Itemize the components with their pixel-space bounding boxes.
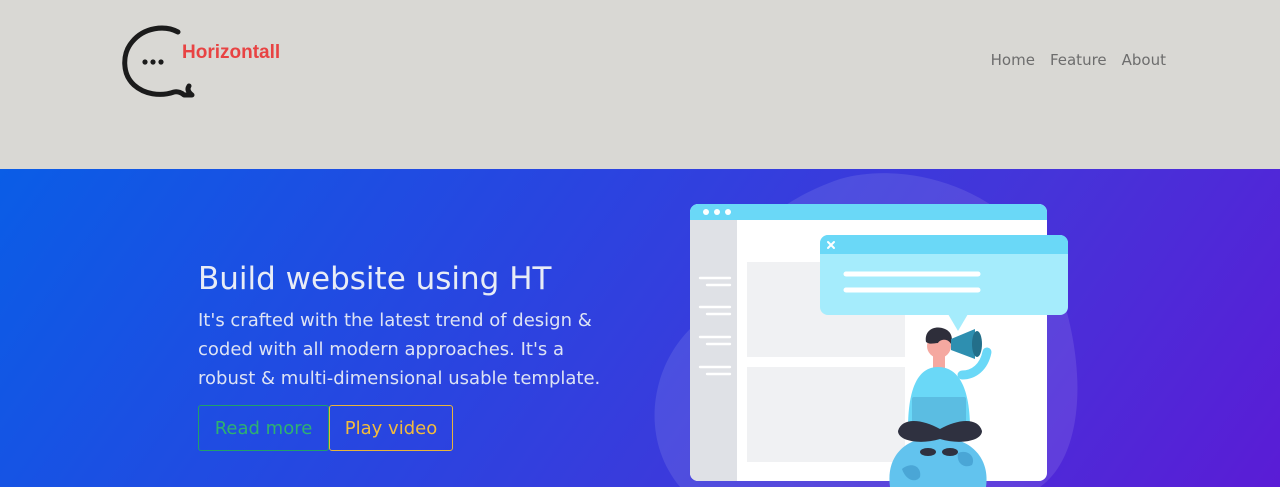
- read-more-button[interactable]: Read more: [198, 405, 329, 451]
- nav-home-link[interactable]: Home: [991, 51, 1035, 69]
- nav-feature-link[interactable]: Feature: [1050, 51, 1107, 69]
- site-header: Horizontall Home Feature About: [0, 0, 1280, 169]
- hero-title: Build website using HT: [198, 261, 552, 297]
- hero-description: It's crafted with the latest trend of de…: [198, 310, 601, 389]
- main-nav: Home Feature About: [991, 51, 1166, 69]
- brand-name[interactable]: Horizontall: [182, 42, 280, 64]
- hero-section: Build website using HT It's crafted with…: [0, 169, 1280, 487]
- nav-about-link[interactable]: About: [1122, 51, 1166, 69]
- hero-illustration: [654, 173, 1078, 487]
- play-video-button[interactable]: Play video: [329, 405, 453, 451]
